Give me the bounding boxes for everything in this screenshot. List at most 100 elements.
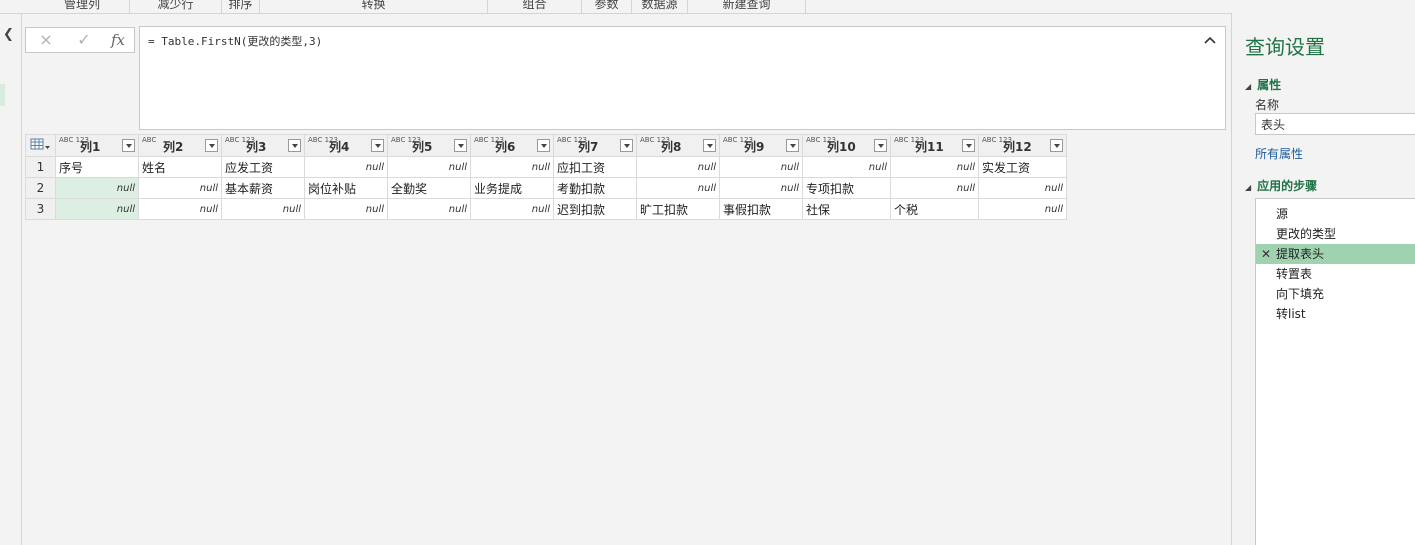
ribbon-group-manage-columns[interactable]: 管理列 [35,0,130,13]
any-type-icon[interactable]: ABC 123 [225,137,255,144]
delete-step-icon[interactable]: ✕ [1261,244,1271,264]
cancel-icon[interactable]: × [34,30,58,50]
table-cell[interactable]: null [636,156,720,178]
table-cell[interactable]: null [387,198,471,220]
any-type-icon[interactable]: ABC 123 [640,137,670,144]
table-cell[interactable]: null [55,177,139,199]
table-cell[interactable]: 业务提成 [470,177,554,199]
column-header-1[interactable]: ABC 123 列1 [55,134,139,157]
any-type-icon[interactable]: ABC 123 [308,137,338,144]
filter-dropdown-icon[interactable] [205,139,218,152]
chevron-left-icon[interactable]: ❮ [3,28,17,42]
row-number[interactable]: 3 [25,198,56,220]
filter-dropdown-icon[interactable] [703,139,716,152]
column-header-5[interactable]: ABC 123 列5 [387,134,471,157]
table-cell[interactable]: null [636,177,720,199]
column-header-3[interactable]: ABC 123 列3 [221,134,305,157]
applied-steps-section-header[interactable]: ◢ 应用的步骤 [1245,177,1317,194]
table-cell[interactable]: 个税 [890,198,979,220]
table-cell[interactable]: 岗位补贴 [304,177,388,199]
collapse-triangle-icon[interactable]: ◢ [1245,183,1251,192]
any-type-icon[interactable]: ABC 123 [723,137,753,144]
column-header-6[interactable]: ABC 123 列6 [470,134,554,157]
table-cell[interactable]: null [470,156,554,178]
table-cell[interactable]: null [719,156,803,178]
table-cell[interactable]: null [890,177,979,199]
table-cell[interactable]: 社保 [802,198,891,220]
table-cell[interactable]: 实发工资 [978,156,1067,178]
any-type-icon[interactable]: ABC 123 [894,137,924,144]
any-type-icon[interactable]: ABC 123 [59,137,89,144]
filter-dropdown-icon[interactable] [454,139,467,152]
table-cell[interactable]: 姓名 [138,156,222,178]
table-cell[interactable]: 应扣工资 [553,156,637,178]
ribbon-group-reduce-rows[interactable]: 减少行 [130,0,222,13]
column-header-4[interactable]: ABC 123 列4 [304,134,388,157]
table-cell[interactable]: null [470,198,554,220]
table-cell[interactable]: 专项扣款 [802,177,891,199]
table-cell[interactable]: 旷工扣款 [636,198,720,220]
fx-icon[interactable]: fx [106,30,130,50]
filter-dropdown-icon[interactable] [371,139,384,152]
check-icon[interactable]: ✓ [72,30,96,50]
filter-dropdown-icon[interactable] [288,139,301,152]
table-cell[interactable]: 迟到扣款 [553,198,637,220]
filter-dropdown-icon[interactable] [786,139,799,152]
column-header-9[interactable]: ABC 123 列9 [719,134,803,157]
filter-dropdown-icon[interactable] [962,139,975,152]
any-type-icon[interactable]: ABC 123 [806,137,836,144]
chevron-up-icon[interactable] [1203,33,1217,47]
table-cell[interactable]: null [719,177,803,199]
table-cell[interactable]: 全勤奖 [387,177,471,199]
filter-dropdown-icon[interactable] [620,139,633,152]
column-header-8[interactable]: ABC 123 列8 [636,134,720,157]
table-cell[interactable]: 考勤扣款 [553,177,637,199]
row-number[interactable]: 2 [25,177,56,199]
ribbon-group-sort[interactable]: 排序 [222,0,260,13]
ribbon-group-parameters[interactable]: 参数 [582,0,632,13]
table-cell[interactable]: null [978,177,1067,199]
filter-dropdown-icon[interactable] [537,139,550,152]
filter-dropdown-icon[interactable] [122,139,135,152]
column-header-10[interactable]: ABC 123 列10 [802,134,891,157]
properties-section-header[interactable]: ◢ 属性 [1245,76,1281,93]
table-cell[interactable]: 应发工资 [221,156,305,178]
ribbon-group-data-source[interactable]: 数据源 [632,0,688,13]
table-cell[interactable]: null [387,156,471,178]
table-cell[interactable]: null [138,198,222,220]
table-cell[interactable]: null [138,177,222,199]
table-cell[interactable]: null [890,156,979,178]
formula-bar[interactable]: = Table.FirstN(更改的类型,3) [139,26,1226,130]
any-type-icon[interactable]: ABC 123 [391,137,421,144]
filter-dropdown-icon[interactable] [1050,139,1063,152]
table-cell[interactable]: 基本薪资 [221,177,305,199]
any-type-icon[interactable]: ABC 123 [557,137,587,144]
table-cell[interactable]: null [304,198,388,220]
any-type-icon[interactable]: ABC 123 [982,137,1012,144]
all-properties-link[interactable]: 所有属性 [1255,145,1303,162]
step-source[interactable]: 源 [1256,204,1415,224]
step-fill-down[interactable]: 向下填充 [1256,284,1415,304]
step-extract-header[interactable]: ✕ 提取表头 [1256,244,1415,264]
table-cell[interactable]: null [802,156,891,178]
table-menu-button[interactable] [25,134,56,157]
table-cell[interactable]: 事假扣款 [719,198,803,220]
text-type-icon[interactable]: ABC [142,137,160,144]
table-cell[interactable]: null [304,156,388,178]
ribbon-group-combine[interactable]: 组合 [488,0,582,13]
column-header-11[interactable]: ABC 123 列11 [890,134,979,157]
formula-text[interactable]: = Table.FirstN(更改的类型,3) [148,33,322,49]
table-cell[interactable]: null [55,198,139,220]
step-changed-type[interactable]: 更改的类型 [1256,224,1415,244]
any-type-icon[interactable]: ABC 123 [474,137,504,144]
table-cell[interactable]: 序号 [55,156,139,178]
column-header-7[interactable]: ABC 123 列7 [553,134,637,157]
ribbon-group-new-query[interactable]: 新建查询 [688,0,806,13]
table-cell[interactable]: null [978,198,1067,220]
step-transpose[interactable]: 转置表 [1256,264,1415,284]
table-cell[interactable]: null [221,198,305,220]
step-to-list[interactable]: 转list [1256,304,1415,324]
query-name-input[interactable] [1255,113,1415,135]
row-number[interactable]: 1 [25,156,56,178]
ribbon-group-transform[interactable]: 转换 [260,0,488,13]
